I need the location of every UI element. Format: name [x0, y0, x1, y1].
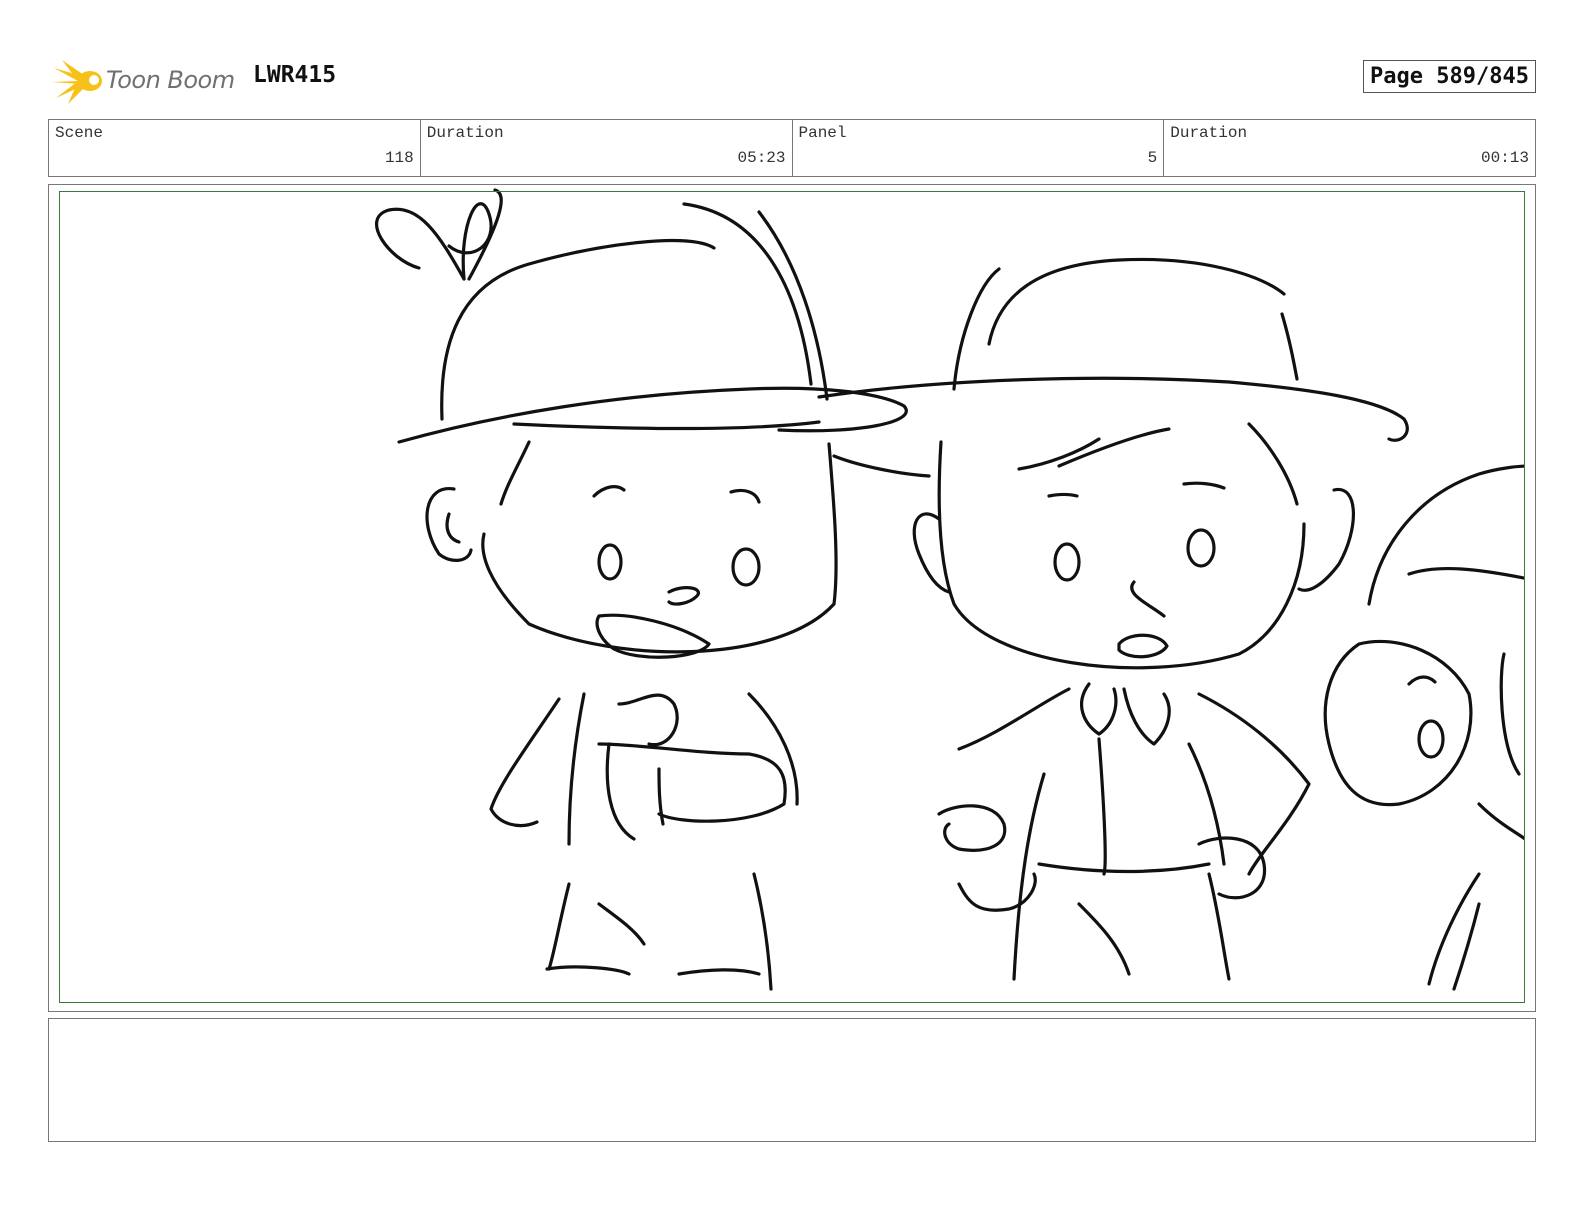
scene-value: 118: [384, 149, 414, 167]
panel-value: 5: [1147, 149, 1158, 167]
project-code: LWR415: [253, 62, 337, 88]
panel-cell: Panel 5: [793, 120, 1165, 176]
scene-duration-label: Duration: [426, 124, 504, 142]
scene-label: Scene: [55, 124, 104, 142]
panel-label: Panel: [798, 124, 847, 142]
logo-text: Toon Boom: [106, 66, 235, 94]
starburst-icon: [52, 60, 102, 104]
scene-cell: Scene 118: [49, 120, 421, 176]
panel-frame: [59, 191, 1525, 1003]
toon-boom-logo: Toon Boom: [52, 58, 242, 104]
scene-duration-value: 05:23: [737, 149, 786, 167]
page-header: Toon Boom LWR415 Page 589/845: [48, 52, 1536, 108]
scene-duration-cell: Duration 05:23: [421, 120, 793, 176]
panel-duration-cell: Duration 00:13: [1164, 120, 1535, 176]
page-indicator: Page 589/845: [1363, 60, 1536, 93]
scene-info-table: Scene 118 Duration 05:23 Panel 5 Duratio…: [48, 119, 1536, 177]
panel-duration-value: 00:13: [1480, 149, 1529, 167]
panel-duration-label: Duration: [1170, 124, 1248, 142]
panel-notes-box: [48, 1018, 1536, 1142]
